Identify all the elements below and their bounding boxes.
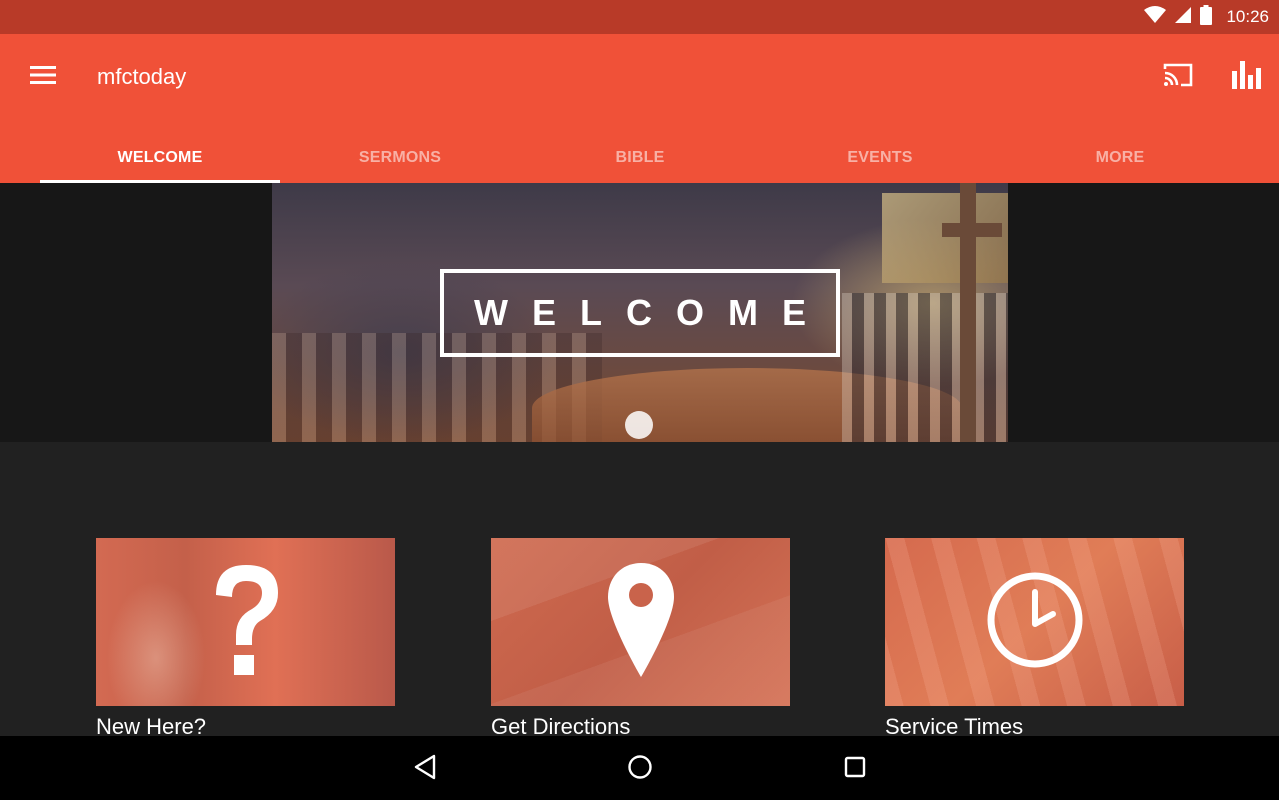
service-times-tile[interactable]: Service Times: [885, 538, 1184, 739]
question-mark-icon: [206, 561, 286, 684]
hero-screen: [882, 193, 1008, 283]
menu-icon: [30, 65, 56, 90]
status-bar: 10:26: [0, 0, 1279, 34]
battery-icon: [1200, 4, 1213, 30]
tab-bible[interactable]: BIBLE: [520, 132, 760, 183]
get-directions-tile[interactable]: Get Directions: [491, 538, 790, 739]
back-icon: [413, 754, 437, 785]
status-icons: 10:26: [1144, 0, 1269, 34]
home-icon: [627, 754, 653, 785]
tab-sermons[interactable]: SERMONS: [280, 132, 520, 183]
clock-icon: [985, 570, 1085, 675]
app-title: mfctoday: [97, 64, 187, 89]
app-bar: mfctoday WELCOME SERMONS BIBLE EVENTS MO…: [0, 34, 1279, 183]
back-button[interactable]: [408, 752, 442, 786]
cast-button[interactable]: [1160, 60, 1196, 94]
hero-welcome-box: WELCOME: [440, 269, 840, 357]
hero-banner[interactable]: WELCOME: [272, 183, 1008, 442]
get-directions-image: [491, 538, 790, 706]
tab-welcome[interactable]: WELCOME: [40, 132, 280, 183]
bar-chart-icon: [1231, 60, 1263, 94]
cell-signal-icon: [1174, 6, 1192, 29]
tab-bar: WELCOME SERMONS BIBLE EVENTS MORE: [40, 132, 1240, 183]
service-times-image: [885, 538, 1184, 706]
hero-crowd-right: [842, 293, 1008, 442]
status-time: 10:26: [1226, 7, 1269, 26]
wifi-icon: [1144, 5, 1167, 29]
cast-icon: [1162, 62, 1194, 93]
tab-more[interactable]: MORE: [1000, 132, 1240, 183]
hero-welcome-text: WELCOME: [474, 292, 830, 333]
recents-button[interactable]: [838, 752, 872, 786]
tab-events[interactable]: EVENTS: [760, 132, 1000, 183]
home-button[interactable]: [623, 752, 657, 786]
hero-cross-bar: [942, 223, 1002, 237]
new-here-image: [96, 538, 395, 706]
menu-button[interactable]: [24, 60, 62, 94]
new-here-tile[interactable]: New Here?: [96, 538, 395, 739]
map-pin-icon: [606, 561, 676, 684]
recents-icon: [843, 755, 867, 784]
hero-cross: [960, 183, 976, 442]
navigation-bar: [0, 736, 1279, 800]
church-logo-icon: [625, 411, 653, 439]
stats-button[interactable]: [1228, 60, 1266, 94]
